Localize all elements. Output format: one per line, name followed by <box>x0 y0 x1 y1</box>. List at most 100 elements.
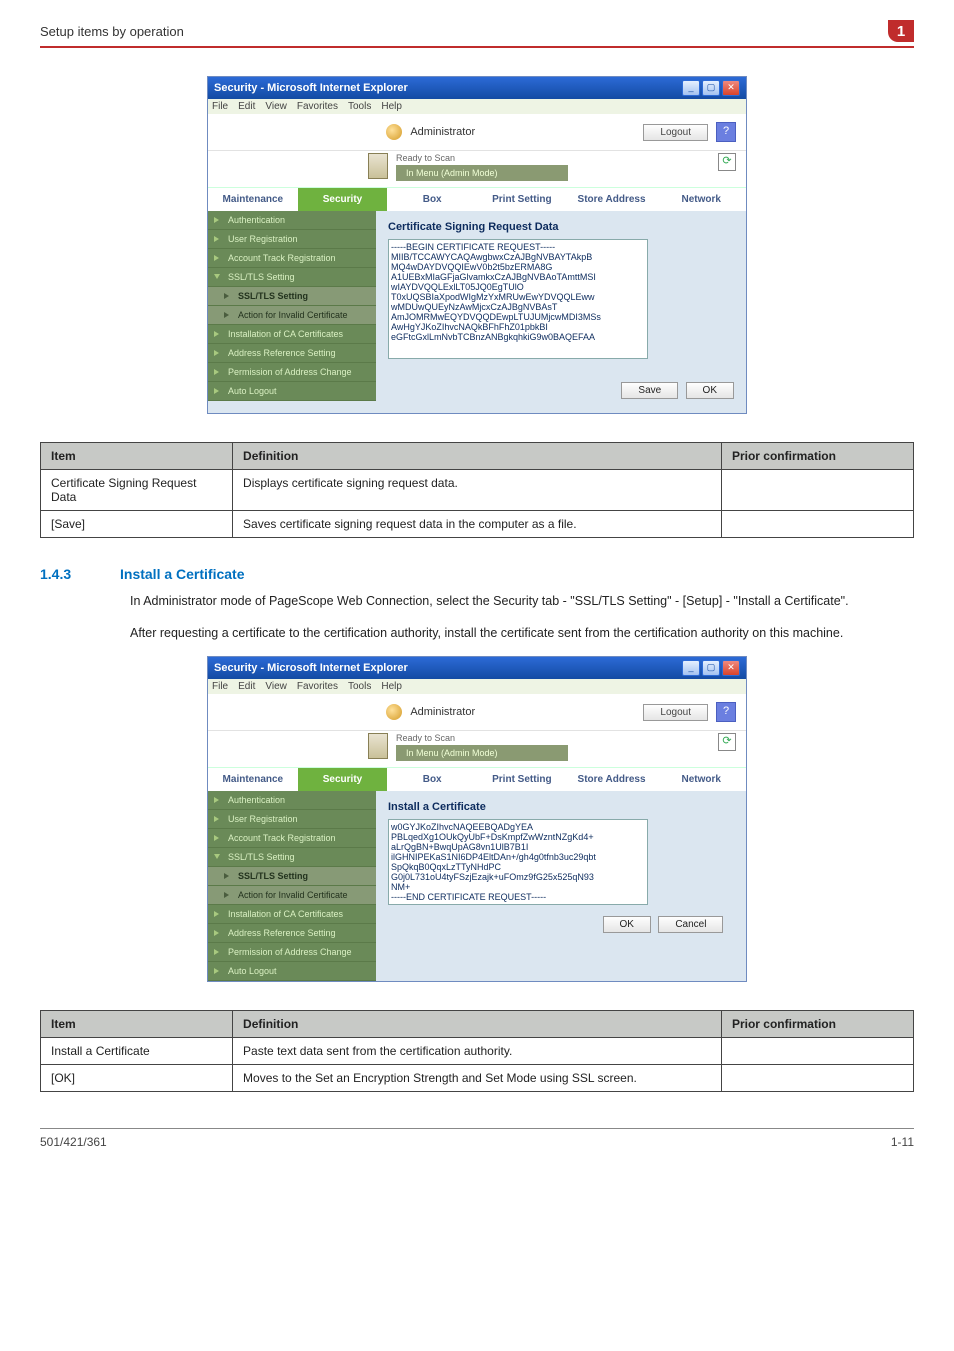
sidebar-item-ca-install[interactable]: Installation of CA Certificates <box>208 905 376 924</box>
menu-favorites[interactable]: Favorites <box>297 681 338 692</box>
menu-file[interactable]: File <box>212 681 228 692</box>
sidebar-item-address-ref[interactable]: Address Reference Setting <box>208 344 376 363</box>
td-item: Install a Certificate <box>41 1038 233 1065</box>
csr-data-field[interactable] <box>388 239 648 359</box>
menu-edit[interactable]: Edit <box>238 681 255 692</box>
ok-button[interactable]: OK <box>603 916 651 933</box>
sidebar-item-auto-logout[interactable]: Auto Logout <box>208 962 376 981</box>
close-icon[interactable]: ✕ <box>722 660 740 676</box>
td-item: [OK] <box>41 1065 233 1092</box>
table-row: [OK] Moves to the Set an Encryption Stre… <box>41 1065 914 1092</box>
tab-print-setting[interactable]: Print Setting <box>477 768 567 791</box>
content-title-csr: Certificate Signing Request Data <box>388 221 734 233</box>
sidebar-item-address-perm[interactable]: Permission of Address Change <box>208 943 376 962</box>
menu-view[interactable]: View <box>265 101 287 112</box>
td-def: Paste text data sent from the certificat… <box>233 1038 722 1065</box>
status-mode: In Menu (Admin Mode) <box>396 745 568 761</box>
td-item: [Save] <box>41 511 233 538</box>
sidebar: Authentication User Registration Account… <box>208 211 376 401</box>
tab-maintenance[interactable]: Maintenance <box>208 768 298 791</box>
menu-help[interactable]: Help <box>381 101 402 112</box>
sidebar-item-address-ref[interactable]: Address Reference Setting <box>208 924 376 943</box>
menu-view[interactable]: View <box>265 681 287 692</box>
table-row: [Save] Saves certificate signing request… <box>41 511 914 538</box>
td-def: Displays certificate signing request dat… <box>233 470 722 511</box>
sidebar-item-ssltls[interactable]: SSL/TLS Setting <box>208 848 376 867</box>
tab-print-setting[interactable]: Print Setting <box>477 188 567 211</box>
sidebar-item-authentication[interactable]: Authentication <box>208 791 376 810</box>
menu-favorites[interactable]: Favorites <box>297 101 338 112</box>
table-install: Item Definition Prior confirmation Insta… <box>40 1010 914 1092</box>
section-number: 1.4.3 <box>40 566 120 582</box>
section-para-1: In Administrator mode of PageScope Web C… <box>130 592 914 610</box>
tab-bar: Maintenance Security Box Print Setting S… <box>208 188 746 211</box>
window-title: Security - Microsoft Internet Explorer <box>214 662 680 674</box>
table-row: Install a Certificate Paste text data se… <box>41 1038 914 1065</box>
sidebar-sub-invalid-cert[interactable]: Action for Invalid Certificate <box>208 886 376 905</box>
tab-box[interactable]: Box <box>387 188 477 211</box>
maximize-icon[interactable]: ▢ <box>702 80 720 96</box>
logout-button[interactable]: Logout <box>643 704 708 721</box>
sidebar-sub-ssltls-setting[interactable]: SSL/TLS Setting <box>208 287 376 306</box>
table-csr: Item Definition Prior confirmation Certi… <box>40 442 914 538</box>
sidebar-item-user-registration[interactable]: User Registration <box>208 230 376 249</box>
logout-button[interactable]: Logout <box>643 124 708 141</box>
install-cert-field[interactable] <box>388 819 648 905</box>
sidebar: Authentication User Registration Account… <box>208 791 376 981</box>
sidebar-item-authentication[interactable]: Authentication <box>208 211 376 230</box>
tab-security[interactable]: Security <box>298 188 388 211</box>
ok-button[interactable]: OK <box>686 382 734 399</box>
admin-label: Administrator <box>410 706 475 718</box>
admin-icon <box>386 124 402 140</box>
tab-security[interactable]: Security <box>298 768 388 791</box>
refresh-icon[interactable]: ⟳ <box>718 153 736 171</box>
screenshot-csr: Security - Microsoft Internet Explorer _… <box>207 76 747 414</box>
menu-bar: File Edit View Favorites Tools Help <box>208 679 746 694</box>
cancel-button[interactable]: Cancel <box>658 916 723 933</box>
td-def: Saves certificate signing request data i… <box>233 511 722 538</box>
menu-bar: File Edit View Favorites Tools Help <box>208 99 746 114</box>
sidebar-sub-ssltls-setting[interactable]: SSL/TLS Setting <box>208 867 376 886</box>
refresh-icon[interactable]: ⟳ <box>718 733 736 751</box>
menu-help[interactable]: Help <box>381 681 402 692</box>
th-item: Item <box>41 1011 233 1038</box>
save-button[interactable]: Save <box>621 382 678 399</box>
help-icon[interactable]: ? <box>716 122 736 142</box>
admin-label: Administrator <box>410 126 475 138</box>
tab-store-address[interactable]: Store Address <box>567 188 657 211</box>
th-prior: Prior confirmation <box>721 1011 913 1038</box>
sidebar-item-ssltls[interactable]: SSL/TLS Setting <box>208 268 376 287</box>
maximize-icon[interactable]: ▢ <box>702 660 720 676</box>
sidebar-item-address-perm[interactable]: Permission of Address Change <box>208 363 376 382</box>
menu-tools[interactable]: Tools <box>348 101 371 112</box>
close-icon[interactable]: ✕ <box>722 80 740 96</box>
sidebar-item-ca-install[interactable]: Installation of CA Certificates <box>208 325 376 344</box>
minimize-icon[interactable]: _ <box>682 660 700 676</box>
sidebar-item-account-track[interactable]: Account Track Registration <box>208 249 376 268</box>
printer-icon <box>368 153 388 179</box>
tab-network[interactable]: Network <box>656 188 746 211</box>
tab-network[interactable]: Network <box>656 768 746 791</box>
page-footer: 501/421/361 1-11 <box>40 1128 914 1149</box>
minimize-icon[interactable]: _ <box>682 80 700 96</box>
sidebar-item-user-registration[interactable]: User Registration <box>208 810 376 829</box>
th-definition: Definition <box>233 1011 722 1038</box>
menu-edit[interactable]: Edit <box>238 101 255 112</box>
status-mode: In Menu (Admin Mode) <box>396 165 568 181</box>
tab-box[interactable]: Box <box>387 768 477 791</box>
tab-store-address[interactable]: Store Address <box>567 768 657 791</box>
tab-maintenance[interactable]: Maintenance <box>208 188 298 211</box>
th-prior: Prior confirmation <box>721 443 913 470</box>
header-rule <box>40 46 914 48</box>
sidebar-item-account-track[interactable]: Account Track Registration <box>208 829 376 848</box>
th-item: Item <box>41 443 233 470</box>
sidebar-item-auto-logout[interactable]: Auto Logout <box>208 382 376 401</box>
chapter-badge: 1 <box>888 20 914 42</box>
th-definition: Definition <box>233 443 722 470</box>
help-icon[interactable]: ? <box>716 702 736 722</box>
td-item: Certificate Signing Request Data <box>41 470 233 511</box>
menu-file[interactable]: File <box>212 101 228 112</box>
menu-tools[interactable]: Tools <box>348 681 371 692</box>
sidebar-sub-invalid-cert[interactable]: Action for Invalid Certificate <box>208 306 376 325</box>
printer-icon <box>368 733 388 759</box>
